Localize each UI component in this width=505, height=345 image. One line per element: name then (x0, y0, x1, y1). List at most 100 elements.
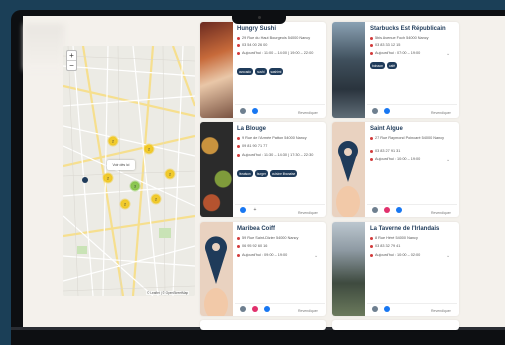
map-cluster-count: 2 (112, 139, 114, 143)
zoom-out-button[interactable]: − (67, 60, 76, 70)
phone-icon (370, 149, 373, 153)
claim-link[interactable]: Revendiquer (431, 211, 451, 215)
tag[interactable]: cuisine libanaise (269, 170, 298, 177)
map-cluster-count: 2 (169, 172, 171, 176)
globe-icon[interactable] (372, 108, 378, 114)
header-area (24, 24, 64, 70)
tag[interactable]: avocado (237, 68, 254, 75)
tag[interactable]: café (387, 62, 398, 69)
hours-text: Aujourd'hui : 10:00 – 19:00 (375, 157, 421, 161)
tag[interactable]: boisson (370, 62, 385, 69)
phone-icon (370, 43, 373, 47)
facebook-icon[interactable] (384, 108, 390, 114)
chevron-down-icon[interactable]: ⌄ (446, 253, 450, 259)
camera-dot (258, 16, 261, 19)
pin-icon (237, 36, 240, 40)
facebook-icon[interactable] (252, 108, 258, 114)
chevron-down-icon[interactable]: ⌄ (314, 253, 318, 259)
tag-list: livraison burger cuisine libanaise (237, 170, 298, 177)
pin-icon (370, 136, 373, 140)
map-streets: 2 2 2 3 2 2 2 (63, 46, 195, 296)
business-card[interactable] (200, 320, 326, 330)
zoom-in-button[interactable]: + (67, 51, 76, 60)
map-popup-label: Voir dès ici (112, 163, 130, 167)
business-phone[interactable]: 03 54 00 26 00 (237, 43, 267, 47)
business-title[interactable]: Maribea Coiff (237, 226, 275, 232)
business-hours: Aujourd'hui : 09:00 – 19:00 (237, 253, 287, 257)
tag[interactable]: livraison (237, 170, 253, 177)
hours-text: Aujourd'hui : 09:00 – 19:00 (242, 253, 288, 257)
card-divider (235, 104, 325, 105)
card-divider (367, 204, 457, 205)
map-cluster-count: 2 (124, 202, 126, 206)
claim-link[interactable]: Revendiquer (298, 309, 318, 313)
map-popup[interactable]: Voir dès ici (107, 160, 135, 170)
address-text: 29 Rue du Haut Bourgeois 54000 Nancy (242, 36, 311, 40)
business-title[interactable]: La Blouge (237, 126, 266, 132)
phone-text: 03 83 32 79 41 (375, 244, 401, 248)
business-card[interactable] (332, 320, 459, 330)
hours-text: Aujourd'hui : 11:30 – 14:30 | 17:30 – 22… (242, 153, 314, 157)
facebook-icon[interactable] (396, 207, 402, 213)
social-links (240, 306, 270, 312)
tag[interactable]: burger (254, 170, 268, 177)
phone-text: 03 83 27 91 31 (375, 149, 401, 153)
phone-icon (237, 43, 240, 47)
facebook-icon[interactable] (240, 207, 246, 213)
clock-icon (237, 51, 240, 55)
tag[interactable]: sashimi (268, 68, 284, 75)
chevron-down-icon[interactable]: ⌄ (446, 51, 450, 57)
globe-icon[interactable] (372, 306, 378, 312)
social-links (372, 108, 390, 114)
business-address: 27 Rue Raymond Poincaré 54000 Nancy (370, 136, 444, 140)
globe-icon[interactable] (372, 207, 378, 213)
globe-icon[interactable] (240, 108, 246, 114)
map-cluster-count: 2 (155, 197, 157, 201)
facebook-icon[interactable] (384, 306, 390, 312)
phone-text: 03 83 33 12 15 (375, 43, 401, 47)
card-divider (235, 204, 325, 205)
business-title[interactable]: Saint Algue (370, 126, 403, 132)
chevron-down-icon[interactable]: ⌄ (446, 157, 450, 163)
instagram-icon[interactable] (252, 306, 258, 312)
phone-icon (237, 144, 240, 148)
business-phone[interactable]: 03 83 32 79 41 (370, 244, 400, 248)
business-title[interactable]: Hungry Sushi (237, 26, 276, 32)
tag[interactable]: sushi (255, 68, 267, 75)
facebook-icon[interactable] (264, 306, 270, 312)
phone-text: 03 54 00 26 00 (242, 43, 268, 47)
map-view[interactable]: 2 2 2 3 2 2 2 (63, 46, 195, 296)
business-phone[interactable]: 06 95 92 60 16 (237, 244, 267, 248)
map-cluster-count: 3 (134, 184, 136, 188)
business-photo (332, 22, 365, 118)
map-location-pin[interactable] (82, 177, 88, 183)
instagram-icon[interactable] (384, 207, 390, 213)
clock-icon (237, 253, 240, 257)
business-phone[interactable]: 09 81 90 71 77 (237, 144, 267, 148)
zoom-control[interactable]: + − (66, 50, 77, 71)
hours-text: Aujourd'hui : 07:00 – 19:00 (375, 51, 421, 55)
claim-link[interactable]: Revendiquer (431, 309, 451, 313)
business-photo (332, 122, 365, 217)
business-phone[interactable]: 03 83 33 12 15 (370, 43, 400, 47)
pin-hand-illustration (336, 141, 360, 217)
business-hours: Aujourd'hui : 10:00 – 19:00 (370, 157, 420, 161)
business-title[interactable]: Starbucks Est Républicain (370, 26, 446, 32)
clock-icon (237, 153, 240, 157)
address-text: 59 Rue Saint-Dizier 54000 Nancy (242, 236, 299, 240)
map-attribution[interactable]: © Leaflet | © OpenStreetMap (146, 291, 190, 295)
claim-link[interactable]: Revendiquer (431, 111, 451, 115)
claim-link[interactable]: Revendiquer (298, 111, 318, 115)
map-cluster-count: 2 (148, 147, 150, 151)
business-photo (200, 222, 233, 316)
clock-icon (370, 253, 373, 257)
claim-link[interactable]: Revendiquer (298, 211, 318, 215)
plus-icon[interactable]: + (252, 207, 258, 213)
business-phone[interactable]: 03 83 27 91 31 (370, 149, 400, 153)
address-text: 27 Rue Raymond Poincaré 54000 Nancy (375, 136, 445, 140)
tag-list: boisson café (370, 62, 398, 69)
globe-icon[interactable] (240, 306, 246, 312)
business-hours: Aujourd'hui : 07:00 – 19:00 (370, 51, 420, 55)
business-title[interactable]: La Taverne de l'Irlandais (370, 226, 439, 232)
phone-text: 09 81 90 71 77 (242, 144, 268, 148)
